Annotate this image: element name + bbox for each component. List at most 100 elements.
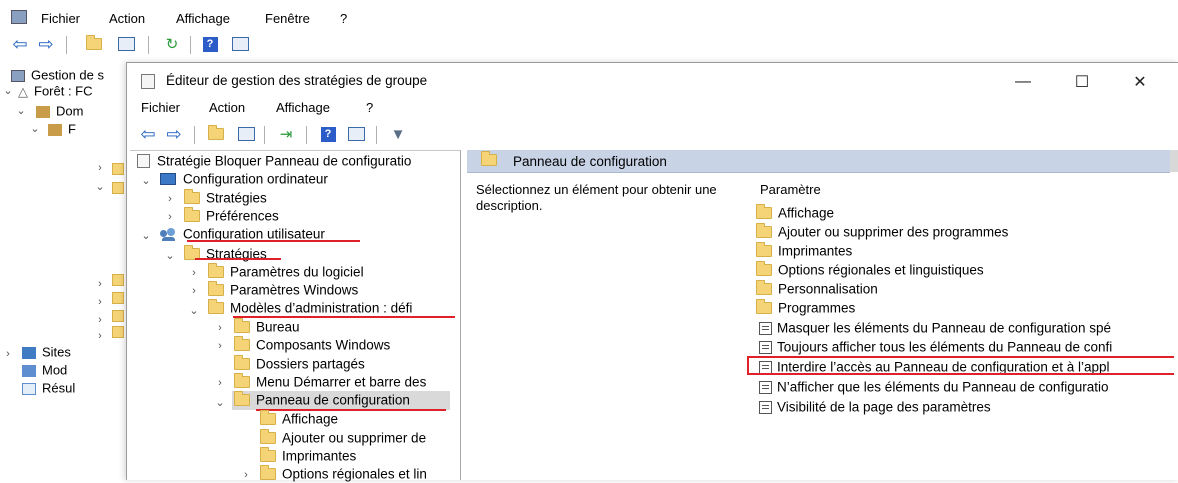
- folder-icon: [184, 189, 200, 205]
- folder-icon: [756, 242, 772, 258]
- gpe-menu-help[interactable]: ?: [366, 100, 373, 115]
- column-header-parametre[interactable]: Paramètre: [760, 182, 821, 197]
- help-icon[interactable]: ?: [318, 125, 338, 143]
- chevron-right-icon[interactable]: ›: [214, 375, 226, 391]
- chevron-down-icon[interactable]: ⌄: [94, 179, 106, 195]
- tree-cp-add-remove[interactable]: Ajouter ou supprimer de: [260, 429, 426, 447]
- chevron-down-icon[interactable]: ⌄: [140, 173, 152, 189]
- list-setting-always-show[interactable]: Toujours afficher tous les éléments du P…: [759, 338, 1112, 356]
- tree-control-panel[interactable]: Panneau de configuration: [234, 391, 410, 409]
- chevron-down-icon[interactable]: ⌄: [2, 83, 14, 99]
- right-edge: [1174, 172, 1178, 479]
- tree-user-strategies[interactable]: Stratégies: [184, 245, 267, 263]
- tree-computer-preferences[interactable]: Préférences: [184, 207, 279, 225]
- outer-menu-action[interactable]: Action: [109, 11, 145, 26]
- export-list-icon[interactable]: ⇥: [276, 125, 296, 143]
- list-folder-add-remove[interactable]: Ajouter ou supprimer des programmes: [756, 223, 1008, 241]
- list-folder-affichage[interactable]: Affichage: [756, 204, 834, 222]
- chevron-right-icon[interactable]: ›: [94, 276, 106, 292]
- outer-menu-fichier[interactable]: Fichier: [41, 11, 80, 26]
- tree-desktop[interactable]: Bureau: [234, 318, 300, 336]
- close-button[interactable]: ✕: [1117, 62, 1163, 102]
- list-folder-programs[interactable]: Programmes: [756, 299, 855, 317]
- chevron-right-icon[interactable]: ›: [164, 209, 176, 225]
- tree-computer-strategies[interactable]: Stratégies: [184, 189, 267, 207]
- back-arrow-icon[interactable]: ⇦: [138, 124, 158, 144]
- minimize-button[interactable]: —: [1000, 62, 1046, 102]
- chevron-right-icon[interactable]: ›: [214, 338, 226, 354]
- folder-icon: [756, 280, 772, 296]
- tree-cp-display[interactable]: Affichage: [260, 410, 338, 428]
- tree-shared-folders[interactable]: Dossiers partagés: [234, 355, 365, 373]
- list-folder-personalization[interactable]: Personnalisation: [756, 280, 878, 298]
- folder-icon: [234, 336, 250, 352]
- users-icon: [160, 227, 176, 241]
- up-folder-icon[interactable]: [84, 35, 104, 53]
- chevron-right-icon[interactable]: ›: [164, 191, 176, 207]
- chevron-down-icon[interactable]: ⌄: [214, 395, 226, 411]
- folder-icon: [234, 355, 250, 371]
- tree-start-menu[interactable]: Menu Démarrer et barre des: [234, 373, 426, 391]
- list-folder-printers[interactable]: Imprimantes: [756, 242, 852, 260]
- show-tree-icon[interactable]: [116, 35, 136, 53]
- results-icon: [22, 382, 36, 395]
- refresh-icon[interactable]: ↻: [162, 35, 182, 53]
- outer-tree-forest[interactable]: △ Forêt : FC: [18, 82, 93, 100]
- folder-icon: [112, 292, 124, 304]
- chevron-down-icon[interactable]: ⌄: [140, 228, 152, 244]
- chevron-right-icon[interactable]: ›: [214, 320, 226, 336]
- chevron-right-icon[interactable]: ›: [188, 283, 200, 299]
- chevron-right-icon[interactable]: ›: [188, 265, 200, 281]
- tree-cp-regional[interactable]: Options régionales et lin: [260, 465, 427, 483]
- chevron-down-icon[interactable]: ⌄: [164, 248, 176, 264]
- outer-tree-results[interactable]: Résul: [22, 379, 75, 397]
- gpe-menu-fichier[interactable]: Fichier: [141, 100, 180, 115]
- chevron-right-icon[interactable]: ›: [2, 346, 14, 362]
- sites-icon: [22, 346, 36, 359]
- console-view-icon[interactable]: [346, 125, 366, 143]
- outer-menu-fenetre[interactable]: Fenêtre: [265, 11, 310, 26]
- gpe-menu-action[interactable]: Action: [209, 100, 245, 115]
- tree-windows-settings[interactable]: Paramètres Windows: [208, 281, 358, 299]
- help-icon[interactable]: ?: [200, 35, 220, 53]
- list-setting-show-only[interactable]: N’afficher que les éléments du Panneau d…: [759, 378, 1108, 396]
- computer-icon: [160, 173, 176, 186]
- container-icon: [48, 123, 62, 136]
- tree-software-settings[interactable]: Paramètres du logiciel: [208, 263, 364, 281]
- console-view-icon[interactable]: [230, 35, 250, 53]
- outer-tree-domain[interactable]: Dom: [36, 102, 83, 120]
- folder-icon: [756, 299, 772, 315]
- tree-cp-printers[interactable]: Imprimantes: [260, 447, 356, 465]
- chevron-right-icon[interactable]: ›: [94, 294, 106, 310]
- list-setting-hide-items[interactable]: Masquer les éléments du Panneau de confi…: [759, 319, 1111, 337]
- forward-arrow-icon[interactable]: ⇨: [164, 124, 184, 144]
- show-tree-icon[interactable]: [236, 125, 256, 143]
- tree-admin-templates[interactable]: Modèles d’administration : défi: [208, 299, 412, 317]
- tree-computer-config[interactable]: Configuration ordinateur: [160, 170, 328, 188]
- chevron-right-icon[interactable]: ›: [94, 328, 106, 344]
- list-folder-regional[interactable]: Options régionales et linguistiques: [756, 261, 984, 279]
- up-folder-icon[interactable]: [206, 125, 226, 143]
- forward-arrow-icon[interactable]: ⇨: [36, 34, 56, 54]
- highlight-underline: [187, 240, 360, 242]
- outer-tree-gpo[interactable]: F: [48, 120, 76, 138]
- list-setting-settings-visibility[interactable]: Visibilité de la page des paramètres: [759, 398, 991, 416]
- outer-menu-affichage[interactable]: Affichage: [176, 11, 230, 26]
- tree-windows-components[interactable]: Composants Windows: [234, 336, 390, 354]
- chevron-right-icon[interactable]: ›: [94, 160, 106, 176]
- outer-tree-modeling[interactable]: Mod: [22, 361, 67, 379]
- outer-menu-help[interactable]: ?: [340, 11, 347, 26]
- tree-gpo-root[interactable]: Stratégie Bloquer Panneau de configurati…: [137, 152, 411, 170]
- chevron-down-icon[interactable]: ⌄: [188, 303, 200, 319]
- outer-tree-sites[interactable]: Sites: [22, 343, 71, 361]
- details-header: Panneau de configuration: [467, 150, 1170, 173]
- folder-icon: [260, 447, 276, 463]
- maximize-button[interactable]: ☐: [1059, 62, 1105, 102]
- chevron-right-icon[interactable]: ›: [240, 467, 252, 483]
- chevron-down-icon[interactable]: ⌄: [29, 121, 41, 137]
- gpe-menu-affichage[interactable]: Affichage: [276, 100, 330, 115]
- filter-icon[interactable]: ▼: [388, 125, 408, 143]
- chevron-down-icon[interactable]: ⌄: [15, 103, 27, 119]
- chevron-right-icon[interactable]: ›: [94, 312, 106, 328]
- back-arrow-icon[interactable]: ⇦: [10, 34, 30, 54]
